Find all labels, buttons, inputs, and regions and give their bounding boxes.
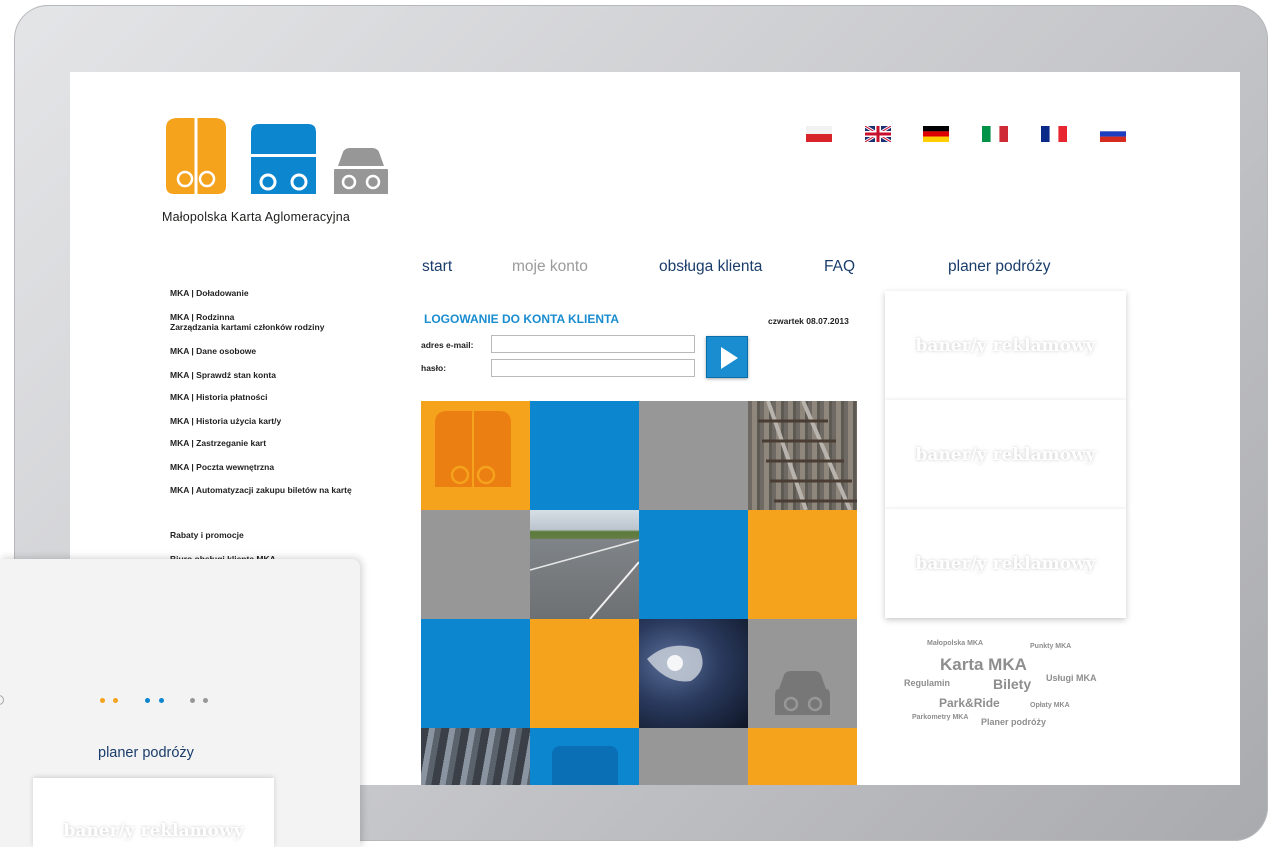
nav-faq[interactable]: FAQ xyxy=(824,258,855,276)
dot-gray-icon xyxy=(190,698,195,703)
car-icon xyxy=(775,671,830,715)
mosaic-bus-tile xyxy=(530,728,639,785)
dot-orange-icon xyxy=(100,698,105,703)
ad-banner[interactable]: baner/y reklamowy xyxy=(885,291,1126,400)
tag-link[interactable]: Park&Ride xyxy=(939,696,1000,710)
ad-banner[interactable]: baner/y reklamowy xyxy=(885,509,1126,618)
sidebar-item-family[interactable]: MKA | Rodzinna Zarządzania kartami człon… xyxy=(170,312,324,332)
logo-vehicles-icon xyxy=(166,118,388,194)
nav-start[interactable]: start xyxy=(422,258,452,276)
mosaic-road-photo xyxy=(530,510,639,619)
sidebar-item-card-block[interactable]: MKA | Zastrzeganie kart xyxy=(170,438,266,448)
flag-pl-icon[interactable] xyxy=(806,126,832,142)
mosaic-tile xyxy=(748,728,857,785)
nav-customer-service[interactable]: obsługa klienta xyxy=(659,258,762,276)
ad-banner-label: baner/y reklamowy xyxy=(63,821,244,841)
sidebar-item-mailbox[interactable]: MKA | Poczta wewnętrzna xyxy=(170,462,274,472)
tag-link[interactable]: Karta MKA xyxy=(940,655,1027,675)
ad-banner-label: baner/y reklamowy xyxy=(915,444,1096,465)
ad-banner[interactable]: baner/y reklamowy xyxy=(885,400,1126,509)
dot-orange-icon xyxy=(113,698,118,703)
mosaic-train-tile xyxy=(421,401,530,510)
tag-link[interactable]: Regulamin xyxy=(904,678,950,688)
flag-it-icon[interactable] xyxy=(982,126,1008,142)
tag-link[interactable]: Małopolska MKA xyxy=(927,640,983,647)
current-date: czwartek 08.07.2013 xyxy=(768,316,849,326)
mosaic-tile xyxy=(421,619,530,728)
password-field[interactable] xyxy=(491,359,695,377)
mobile-preview-card: planer podróży baner/y reklamowy xyxy=(0,559,360,847)
mosaic-tile xyxy=(639,728,748,785)
sidebar-item-family-sub: Zarządzania kartami członków rodziny xyxy=(170,322,325,332)
tag-link[interactable]: Usługi MKA xyxy=(1046,673,1097,683)
logo-title: Małopolska Karta Aglomeracyjna xyxy=(162,210,351,224)
mosaic-tile xyxy=(530,401,639,510)
flag-ru-icon[interactable] xyxy=(1100,126,1126,142)
tag-link[interactable]: Bilety xyxy=(993,676,1031,692)
flag-de-icon[interactable] xyxy=(923,126,949,142)
sidebar-item-payment-history[interactable]: MKA | Historia płatności xyxy=(170,392,267,402)
sidebar-item-usage-history[interactable]: MKA | Historia użycia kart/y xyxy=(170,416,281,426)
mosaic-car-headlight-photo xyxy=(639,619,748,728)
login-submit-button[interactable] xyxy=(706,336,748,378)
mosaic-tile xyxy=(639,401,748,510)
mosaic-tile xyxy=(639,510,748,619)
sidebar-item-family-title: MKA | Rodzinna xyxy=(170,312,235,322)
login-title: LOGOWANIE DO KONTA KLIENTA xyxy=(424,312,620,326)
ad-banner-label: baner/y reklamowy xyxy=(915,553,1096,574)
logo[interactable] xyxy=(162,116,392,201)
tag-link[interactable]: Punkty MKA xyxy=(1030,643,1071,650)
email-field[interactable] xyxy=(491,335,695,353)
nav-journey-planner[interactable]: planer podróży xyxy=(948,258,1051,276)
password-label: hasło: xyxy=(421,363,447,373)
mosaic-tile xyxy=(748,510,857,619)
tag-link[interactable]: Planer podróży xyxy=(981,717,1046,727)
flag-fr-icon[interactable] xyxy=(1041,126,1067,142)
tag-link[interactable]: Parkometry MKA xyxy=(912,714,968,721)
sidebar-item-topup[interactable]: MKA | Doładowanie xyxy=(170,288,249,298)
mosaic-tile xyxy=(530,619,639,728)
train-icon xyxy=(435,411,511,487)
sidebar-item-discounts[interactable]: Rabaty i promocje xyxy=(170,530,244,540)
bus-icon xyxy=(552,746,618,785)
photo-mosaic xyxy=(421,401,858,785)
email-label: adres e-mail: xyxy=(421,340,474,350)
nav-my-account[interactable]: moje konto xyxy=(512,258,588,276)
journey-planner-label[interactable]: planer podróży xyxy=(98,745,194,761)
mosaic-railway-photo xyxy=(748,401,857,510)
dot-blue-icon xyxy=(159,698,164,703)
dot-gray-icon xyxy=(203,698,208,703)
sidebar-item-balance[interactable]: MKA | Sprawdź stan konta xyxy=(170,370,276,380)
tag-link[interactable]: Opłaty MKA xyxy=(1030,702,1070,709)
play-arrow-icon xyxy=(721,347,738,369)
sidebar-item-auto-purchase[interactable]: MKA | Automatyzacji zakupu biletów na ka… xyxy=(170,485,352,495)
mosaic-traffic-photo xyxy=(421,728,530,785)
sidebar-item-personal-data[interactable]: MKA | Dane osobowe xyxy=(170,346,256,356)
mosaic-tile xyxy=(421,510,530,619)
ad-banner-label: baner/y reklamowy xyxy=(915,335,1096,356)
circle-icon xyxy=(0,695,4,705)
flag-gb-icon[interactable] xyxy=(865,126,891,142)
mosaic-car-tile xyxy=(748,619,857,728)
dot-blue-icon xyxy=(145,698,150,703)
ad-banner[interactable]: baner/y reklamowy xyxy=(33,778,274,847)
